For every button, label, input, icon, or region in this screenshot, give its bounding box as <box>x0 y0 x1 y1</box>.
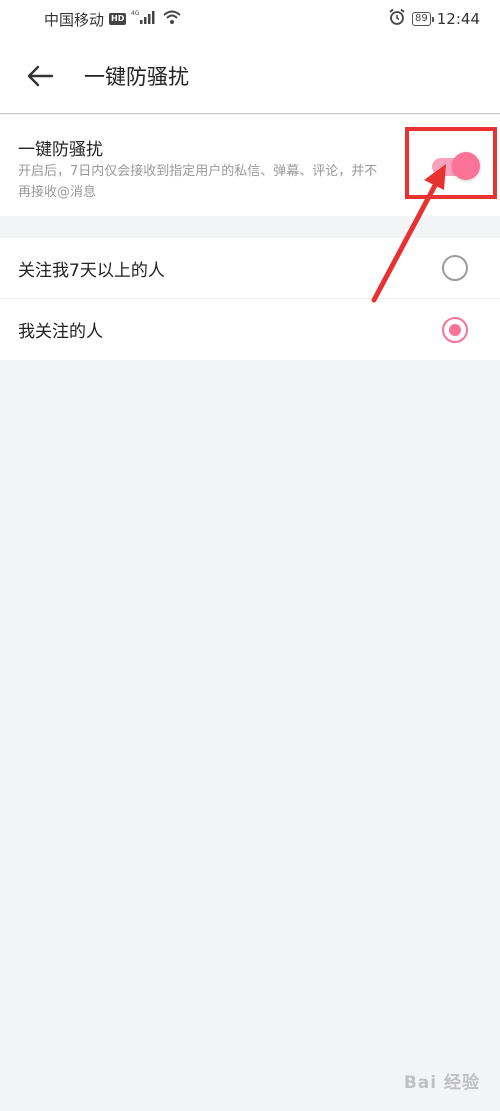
hd-badge: HD <box>109 13 127 25</box>
page-title: 一键防骚扰 <box>84 64 189 89</box>
radio-checked-icon[interactable] <box>442 316 468 343</box>
switch-thumb[interactable] <box>452 152 480 180</box>
options-list: 关注我7天以上的人 我关注的人 <box>0 238 500 360</box>
wifi-icon <box>162 9 182 29</box>
signal-icon: 4G <box>131 9 157 29</box>
clock-time: 12:44 <box>436 10 480 28</box>
status-right: 89 12:44 <box>388 8 480 30</box>
toggle-description: 开启后，7日内仅会接收到指定用户的私信、弹幕、评论，并不再接收@消息 <box>18 164 378 200</box>
status-bar: 中国移动 HD 4G 89 12:44 <box>0 0 500 38</box>
option-followed-7-days[interactable]: 关注我7天以上的人 <box>0 238 500 299</box>
carrier-label: 中国移动 <box>44 10 105 29</box>
app-header: 一键防骚扰 <box>0 38 500 114</box>
option-label: 我关注的人 <box>18 322 103 342</box>
toggle-title: 一键防骚扰 <box>18 140 103 160</box>
anti-harassment-toggle-row: 一键防骚扰 开启后，7日内仅会接收到指定用户的私信、弹幕、评论，并不再接收@消息 <box>0 115 500 216</box>
radio-unchecked-icon[interactable] <box>442 255 468 281</box>
alarm-icon <box>388 8 406 30</box>
option-people-i-follow[interactable]: 我关注的人 <box>0 299 500 360</box>
status-left: 中国移动 HD 4G <box>44 9 182 30</box>
back-arrow-icon[interactable] <box>20 56 60 96</box>
network-label: 4G <box>131 10 140 17</box>
battery-icon: 89 <box>412 12 434 26</box>
option-label: 关注我7天以上的人 <box>18 260 165 281</box>
watermark: Bai 经验 <box>403 1073 480 1093</box>
